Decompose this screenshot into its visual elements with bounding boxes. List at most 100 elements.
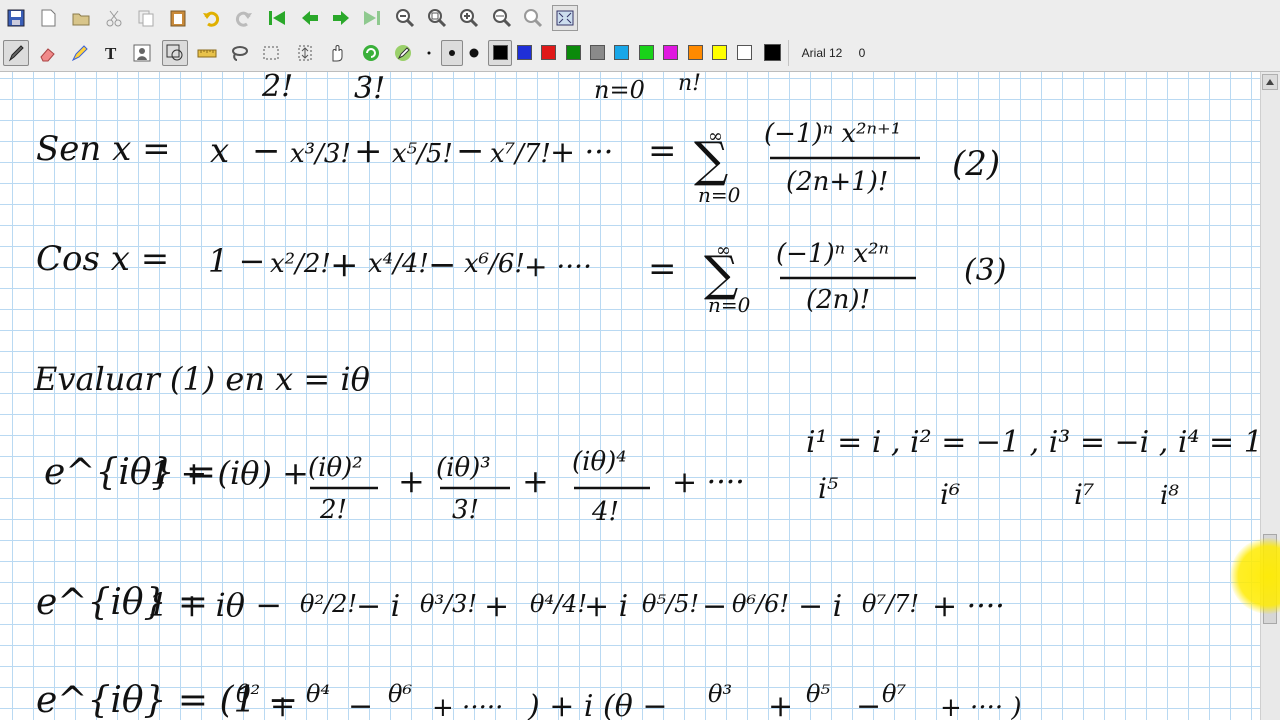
- redo-icon[interactable]: [231, 5, 257, 31]
- hand-tool-icon[interactable]: [324, 40, 350, 66]
- e2-term-theta2: θ²/2!: [300, 590, 357, 618]
- notebook-page[interactable]: 2! 3! n=0 n! Sen x = x − x³/3! + x⁵/5! −…: [0, 72, 1260, 720]
- zoom-in-icon[interactable]: [456, 5, 482, 31]
- e2-term-theta3: θ³/3!: [420, 590, 477, 618]
- sen-frac-den: (2n+1)!: [786, 167, 888, 197]
- e3-minus-2: −: [856, 689, 881, 720]
- e1-f1-den: 2!: [319, 495, 347, 525]
- e2-term-theta6: θ⁶/6!: [732, 590, 789, 618]
- zoom-out-icon[interactable]: [392, 5, 418, 31]
- cos-frac-num: (−1)ⁿ x²ⁿ: [776, 239, 889, 269]
- handwritten-math: 2! 3! n=0 n! Sen x = x − x³/3! + x⁵/5! −…: [33, 72, 1260, 720]
- cos-lhs: Cos x =: [36, 239, 169, 279]
- cos-x6-frac: x⁶/6!: [464, 249, 525, 279]
- sen-tag: (2): [952, 144, 1000, 184]
- save-icon[interactable]: [3, 5, 29, 31]
- lasso-select-icon[interactable]: [226, 40, 252, 66]
- e2-plus-1: +: [484, 589, 509, 624]
- sen-lhs: Sen x =: [36, 129, 171, 169]
- e3-ellipsis: + ·····: [432, 693, 503, 720]
- e2-minus-i-2: − i: [798, 589, 842, 624]
- e3-minus-1: −: [348, 689, 373, 720]
- pen-icon[interactable]: [3, 40, 29, 66]
- toolbar-separator: [788, 40, 789, 66]
- color-swatch[interactable]: [712, 45, 727, 60]
- e1-f3-den: 4!: [591, 497, 619, 527]
- sen-x7-frac: x⁷/7!: [490, 139, 551, 169]
- pen-settings-icon[interactable]: [390, 40, 416, 66]
- zoom-width-icon[interactable]: [489, 5, 515, 31]
- color-swatch[interactable]: [493, 45, 508, 60]
- color-swatch[interactable]: [541, 45, 556, 60]
- power-i6: i⁶: [940, 478, 960, 511]
- vertical-space-icon[interactable]: [292, 40, 318, 66]
- color-swatch[interactable]: [737, 45, 752, 60]
- refresh-icon[interactable]: [358, 40, 384, 66]
- previous-page-icon[interactable]: [297, 5, 323, 31]
- rect-select-icon[interactable]: [258, 40, 284, 66]
- font-selector[interactable]: Arial 12: [792, 42, 852, 64]
- scroll-up-arrow-icon[interactable]: [1262, 74, 1278, 90]
- e1-f2-num: (iθ)³: [436, 453, 491, 483]
- thickness-medium-icon[interactable]: [441, 40, 463, 66]
- sen-frac-num: (−1)ⁿ x²ⁿ⁺¹: [764, 119, 901, 149]
- ruler-icon[interactable]: [194, 40, 220, 66]
- next-page-icon[interactable]: [328, 5, 354, 31]
- thickness-thick-icon[interactable]: [463, 40, 485, 66]
- fragment-3-factorial: 3!: [354, 72, 385, 106]
- e1-tail: + ····: [672, 465, 745, 500]
- cos-plus: +: [330, 245, 359, 285]
- e2-term-theta4: θ⁴/4!: [530, 590, 587, 618]
- zoom-fit-icon[interactable]: [424, 5, 450, 31]
- color-swatch[interactable]: [764, 44, 781, 61]
- evaluar-line: Evaluar (1) en x = iθ: [33, 360, 370, 398]
- undo-icon[interactable]: [198, 5, 224, 31]
- fullscreen-icon[interactable]: [552, 5, 578, 31]
- power-i5: i⁵: [818, 472, 838, 505]
- e1-plus-2: +: [522, 462, 549, 500]
- cos-sum-bottom: n=0: [708, 293, 751, 317]
- text-tool-icon[interactable]: T: [98, 40, 124, 66]
- color-swatch[interactable]: [663, 45, 678, 60]
- sen-sigma: ∑: [694, 132, 728, 188]
- color-swatch[interactable]: [590, 45, 605, 60]
- eraser-icon[interactable]: [34, 40, 60, 66]
- e2-term-theta7: θ⁷/7!: [862, 590, 919, 618]
- e3-theta7: θ⁷: [882, 680, 906, 708]
- color-swatch[interactable]: [688, 45, 703, 60]
- sen-equals: =: [648, 131, 677, 171]
- scrollbar-thumb[interactable]: [1263, 534, 1277, 624]
- e3-theta2: θ²: [236, 680, 260, 708]
- e2-minus-1: −: [702, 589, 727, 624]
- image-tool-icon[interactable]: [129, 40, 155, 66]
- cut-icon[interactable]: [101, 5, 127, 31]
- fragment-2-factorial: 2!: [261, 72, 293, 104]
- color-swatch[interactable]: [517, 45, 532, 60]
- e3-tail: + ···· ): [940, 693, 1022, 720]
- shape-recognizer-icon[interactable]: [162, 40, 188, 66]
- e3-theta5: θ⁵: [806, 680, 830, 708]
- sen-ellipsis: + ···: [550, 135, 613, 170]
- svg-text:T: T: [105, 44, 117, 63]
- color-swatch[interactable]: [566, 45, 581, 60]
- cos-minus: −: [428, 245, 457, 285]
- first-page-icon[interactable]: [264, 5, 290, 31]
- paste-icon[interactable]: [165, 5, 191, 31]
- zoom-icon[interactable]: [520, 5, 546, 31]
- e1-f1-num: (iθ)²: [308, 453, 363, 483]
- power-i8: i⁸: [1160, 481, 1179, 511]
- highlighter-icon[interactable]: [66, 40, 92, 66]
- color-swatch[interactable]: [614, 45, 629, 60]
- e3-plus-1: +: [270, 689, 295, 720]
- e1-f2-den: 3!: [452, 495, 479, 525]
- e3-theta4: θ⁴: [306, 680, 330, 708]
- main-toolbar: [0, 0, 1280, 37]
- color-swatch[interactable]: [639, 45, 654, 60]
- open-folder-icon[interactable]: [68, 5, 94, 31]
- sen-plus: +: [354, 131, 383, 171]
- new-page-icon[interactable]: [35, 5, 61, 31]
- font-size-field[interactable]: 0: [852, 42, 872, 64]
- thickness-fine-icon[interactable]: [418, 40, 440, 66]
- copy-icon[interactable]: [133, 5, 159, 31]
- last-page-icon[interactable]: [359, 5, 385, 31]
